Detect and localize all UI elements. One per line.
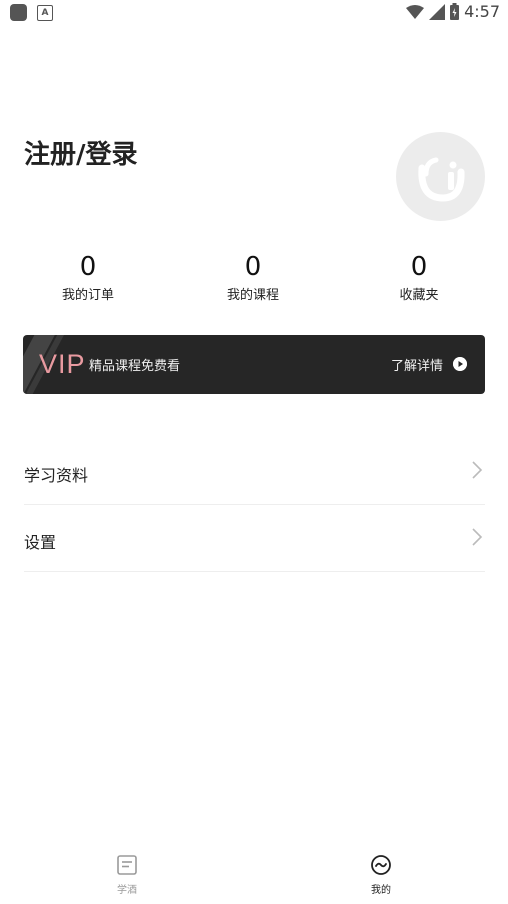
menu-item-label: 学习资料 [24, 466, 89, 485]
chevron-right-icon [472, 528, 483, 546]
stat-courses-count: 0 [244, 252, 262, 282]
stat-orders[interactable]: 0 我的订单 [28, 252, 148, 303]
vip-learn-more[interactable]: 了解详情 [391, 355, 443, 374]
app-notification-icon [10, 4, 27, 21]
tab-mine-label: 我的 [371, 885, 391, 896]
stat-courses-label: 我的课程 [226, 288, 279, 303]
tab-mine[interactable]: 我的 [341, 854, 421, 896]
tab-learn-label: 学酒 [117, 885, 137, 896]
menu-item-settings[interactable]: 设置 [24, 505, 485, 572]
tab-learn[interactable]: 学酒 [87, 854, 167, 896]
chevron-right-icon [472, 461, 483, 479]
menu-item-study-materials[interactable]: 学习资料 [24, 438, 485, 505]
signal-icon [429, 3, 446, 20]
user-avatar-icon [418, 157, 465, 202]
stat-favorites-count: 0 [410, 252, 428, 282]
status-bar: A 4:57 [0, 0, 508, 26]
face-icon [371, 855, 391, 875]
menu-item-label: 设置 [24, 533, 57, 552]
menu-list: 学习资料 设置 [24, 438, 485, 572]
vip-slogan: 精品课程免费看 [89, 359, 181, 374]
stat-favorites[interactable]: 0 收藏夹 [359, 252, 479, 303]
vip-banner[interactable]: VIP 精品课程免费看 了解详情 [23, 335, 485, 394]
bottom-tab-bar: 学酒 我的 [0, 846, 508, 904]
vip-tag: VIP [39, 349, 86, 379]
wifi-icon [406, 4, 425, 19]
stat-orders-label: 我的订单 [61, 288, 114, 303]
battery-charging-icon [450, 3, 460, 20]
avatar[interactable] [396, 132, 485, 221]
clock: 4:57 [464, 2, 500, 21]
text-notification-icon: A [37, 4, 53, 21]
stat-orders-count: 0 [79, 252, 97, 282]
note-icon [117, 855, 137, 875]
login-register-link[interactable]: 注册/登录 [24, 134, 138, 171]
stat-favorites-label: 收藏夹 [399, 288, 439, 303]
stat-courses[interactable]: 0 我的课程 [193, 252, 313, 303]
play-icon[interactable] [453, 357, 467, 371]
